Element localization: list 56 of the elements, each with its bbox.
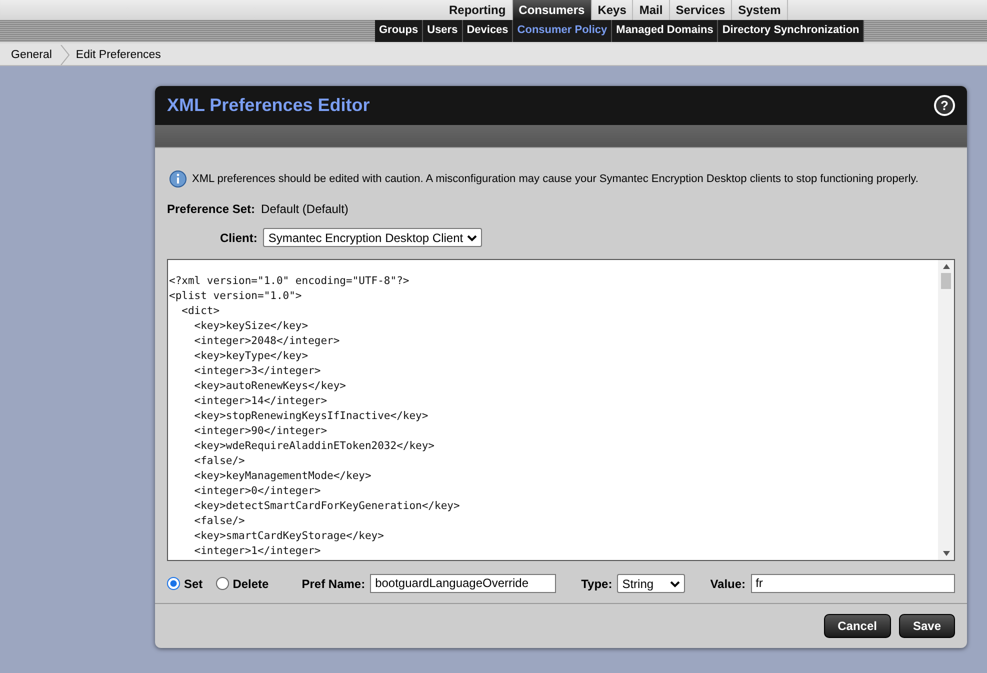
xml-editor-field[interactable] <box>167 259 955 561</box>
code-line: <dict> <box>180 304 221 319</box>
code-line: <integer>0</integer> <box>193 484 322 499</box>
code-line: <integer>90</integer> <box>193 424 328 439</box>
chevron-icon <box>60 44 70 64</box>
field-label: Pref Name: <box>302 576 366 590</box>
code-line: <key>stopRenewingKeysIfInactive</key> <box>193 409 430 424</box>
type-dropdown[interactable]: String <box>617 574 686 593</box>
dialog-button[interactable]: Cancel <box>824 614 891 638</box>
client-dropdown[interactable]: Symantec Encryption Desktop Client <box>263 228 482 247</box>
code-line: <integer>1</integer> <box>193 544 322 559</box>
radio-label: Delete <box>232 576 269 590</box>
subnav-tab[interactable]: Devices <box>462 20 514 42</box>
field-value: Default (Default) <box>261 202 348 216</box>
code-line: <false/> <box>193 514 246 529</box>
code-line: <key>keyType</key> <box>193 349 310 364</box>
scroll-down-icon[interactable] <box>942 551 950 556</box>
radio-button[interactable] <box>216 577 229 590</box>
code-line: <integer>3</integer> <box>193 364 322 379</box>
pref-name-field[interactable]: bootguardLanguageOverride <box>370 574 556 593</box>
breadcrumb-item[interactable]: General <box>0 48 60 60</box>
subnav-tab[interactable]: Directory Synchronization <box>718 20 864 42</box>
code-line: <key>wdeRequireAladdinEToken2032</key> <box>193 439 436 454</box>
breadcrumb-item: Edit Preferences <box>74 48 162 60</box>
code-line: <key>keySize</key> <box>193 319 310 334</box>
dialog-button[interactable]: Save <box>898 614 955 638</box>
subnav-tab[interactable]: Groups <box>375 20 424 42</box>
info-icon <box>169 170 187 188</box>
field-label: Type: <box>581 576 612 590</box>
radio-label: Set <box>184 576 203 590</box>
code-line: <key>keyManagementMode</key> <box>193 469 372 484</box>
code-line: <key>autoRenewKeys</key> <box>193 379 348 394</box>
dialog-title: XML Preferences Editor <box>167 95 370 116</box>
code-line: <false/> <box>193 454 246 469</box>
field-label: Preference Set: <box>167 202 256 216</box>
code-line: <plist version="1.0"> <box>169 289 303 304</box>
code-line: <key>smartCardKeyStorage</key> <box>193 529 385 544</box>
code-line: <key>detectSmartCardForKeyGeneration</key> <box>193 499 461 514</box>
code-line: <integer>2048</integer> <box>193 334 341 349</box>
caret-icon <box>670 580 680 588</box>
field-label: Value: <box>710 576 746 590</box>
nav-tab[interactable]: Consumers <box>512 0 592 20</box>
caret-icon <box>467 234 478 242</box>
subnav-tab[interactable]: Managed Domains <box>612 20 718 42</box>
value-field[interactable]: fr <box>750 574 955 593</box>
subnav-tab[interactable]: Users <box>423 20 463 42</box>
code-line: <?xml version="1.0" encoding="UTF-8"?> <box>169 274 410 289</box>
radio-button[interactable] <box>167 577 180 590</box>
warning-text: XML preferences should be edited with caution. A misconfiguration may cause your Symantec Encryption Desktop clients to stop functioning properly. <box>192 173 918 185</box>
scrollbar-track[interactable] <box>938 260 954 560</box>
help-button[interactable]: ? <box>934 95 955 116</box>
scroll-thumb[interactable] <box>941 273 951 289</box>
scroll-up-icon[interactable] <box>942 264 950 269</box>
field-label: Client: <box>220 230 258 244</box>
code-line: <integer>14</integer> <box>193 394 328 409</box>
subnav-tab[interactable]: Consumer Policy <box>513 20 612 42</box>
